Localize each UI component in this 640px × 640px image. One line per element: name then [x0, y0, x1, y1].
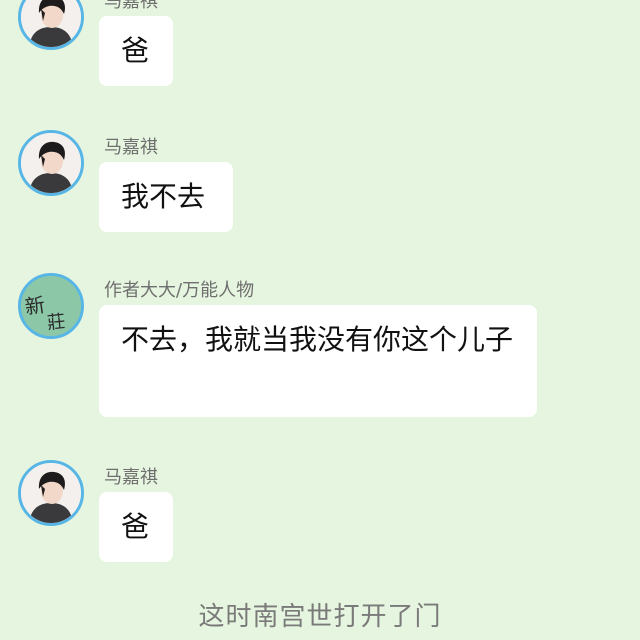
chat-message: 马嘉祺 我不去: [0, 130, 640, 240]
handwritten-logo-avatar-icon: 新 莊: [21, 276, 81, 336]
sender-name: 作者大大/万能人物: [104, 280, 255, 301]
chat-message: 新 莊 作者大大/万能人物 不去，我就当我没有你这个儿子: [0, 273, 640, 423]
sender-name: 马嘉祺: [104, 137, 158, 158]
narration-text: 这时南宫世打开了门: [198, 602, 442, 632]
chat-message: 马嘉祺 爸: [0, 460, 640, 570]
message-bubble[interactable]: 爸: [99, 492, 173, 562]
avatar[interactable]: [18, 130, 84, 196]
avatar[interactable]: [18, 460, 84, 526]
chat-message: 马嘉祺 爸: [0, 0, 640, 94]
svg-text:莊: 莊: [46, 311, 66, 334]
sender-name: 马嘉祺: [104, 0, 158, 12]
svg-text:新: 新: [23, 293, 46, 320]
message-bubble[interactable]: 不去，我就当我没有你这个儿子: [99, 305, 537, 417]
person-photo-avatar-icon: [21, 0, 81, 47]
chat-screen: 马嘉祺 爸 马嘉祺 我不去 新 莊 作者大大/万能人物 不去，我就当我没有你这个…: [0, 0, 640, 640]
person-photo-avatar-icon: [21, 463, 81, 523]
sender-name: 马嘉祺: [104, 467, 158, 488]
avatar[interactable]: [18, 0, 84, 50]
message-bubble[interactable]: 我不去: [99, 162, 233, 232]
message-bubble[interactable]: 爸: [99, 16, 173, 86]
person-photo-avatar-icon: [21, 133, 81, 193]
avatar[interactable]: 新 莊: [18, 273, 84, 339]
